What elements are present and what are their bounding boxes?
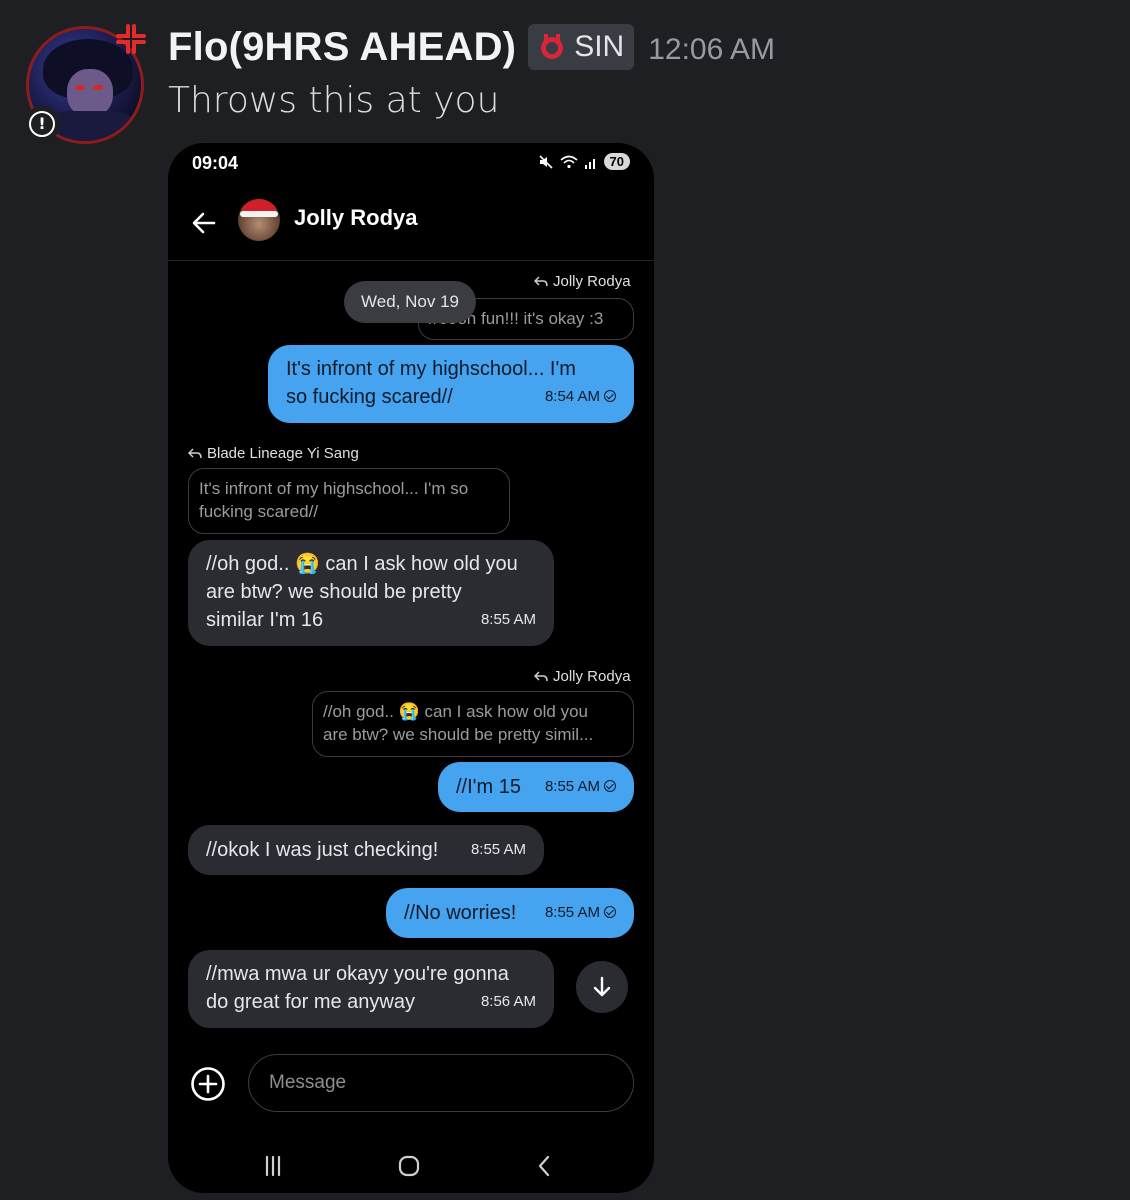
incoming-message[interactable]: //mwa mwa ur okayy you're gonna do great… bbox=[188, 950, 554, 1028]
mute-icon bbox=[538, 154, 553, 169]
read-check-icon bbox=[604, 906, 616, 918]
chevron-left-icon[interactable] bbox=[530, 1151, 560, 1181]
reply-icon bbox=[534, 670, 548, 681]
username[interactable]: Flo(9HRS AHEAD) bbox=[168, 25, 516, 70]
android-nav-bar bbox=[168, 1143, 654, 1187]
reply-to-name: Blade Lineage Yi Sang bbox=[207, 445, 359, 462]
user-avatar[interactable]: ! bbox=[22, 22, 148, 148]
wifi-icon bbox=[560, 155, 578, 168]
message-time: 8:55 AM bbox=[470, 841, 526, 858]
outgoing-message[interactable]: //I'm 15 8:55 AM bbox=[438, 762, 634, 812]
message-text: //oh god.. 😭 can I ask how old you bbox=[206, 553, 518, 575]
contact-name[interactable]: Jolly Rodya bbox=[294, 205, 417, 231]
reply-icon bbox=[188, 447, 202, 458]
message-time: 8:54 AM bbox=[545, 383, 616, 411]
message-text: do great for me anyway bbox=[206, 991, 415, 1013]
signal-icon bbox=[584, 158, 595, 169]
arrow-down-icon bbox=[593, 976, 611, 997]
message-time: 8:56 AM bbox=[480, 993, 536, 1010]
reply-icon bbox=[534, 275, 548, 286]
quoted-text: are btw? we should be pretty simil... bbox=[323, 725, 594, 744]
message-header: Flo(9HRS AHEAD) SIN 12:06 AM bbox=[168, 22, 775, 72]
arrow-left-icon[interactable] bbox=[190, 209, 218, 237]
message-time: 8:55 AM bbox=[545, 773, 616, 801]
outgoing-message[interactable]: //No worries! 8:55 AM bbox=[386, 888, 634, 938]
message-text: are btw? we should be pretty bbox=[206, 581, 462, 603]
message-text: similar I'm 16 bbox=[206, 609, 324, 631]
reply-label: Jolly Rodya bbox=[534, 668, 631, 685]
reply-label: Jolly Rodya bbox=[534, 273, 631, 290]
contact-avatar[interactable] bbox=[238, 199, 280, 241]
quoted-text: fucking scared// bbox=[199, 502, 319, 521]
plus-circle-icon[interactable] bbox=[190, 1066, 226, 1102]
chat-header: Jolly Rodya bbox=[168, 191, 654, 261]
read-check-icon bbox=[604, 390, 616, 402]
status-icons: 70 bbox=[538, 153, 630, 170]
reply-to-name: Jolly Rodya bbox=[553, 668, 631, 685]
sin-emblem-icon bbox=[541, 34, 564, 59]
image-attachment[interactable]: 09:04 70 Jolly Rodya Jolly Rodya //oooh … bbox=[168, 143, 654, 1193]
message-timestamp: 12:06 AM bbox=[648, 33, 775, 66]
read-check-icon bbox=[604, 780, 616, 792]
message-time: 8:55 AM bbox=[480, 611, 536, 628]
message-composer: Message bbox=[168, 1048, 654, 1118]
scroll-down-button[interactable] bbox=[576, 961, 628, 1013]
reply-to-name: Jolly Rodya bbox=[553, 273, 631, 290]
battery-indicator: 70 bbox=[603, 153, 630, 170]
quoted-message[interactable]: It's infront of my highschool... I'm so … bbox=[188, 468, 510, 534]
message-text: //No worries! bbox=[404, 902, 517, 924]
quoted-message[interactable]: //oh god.. 😭 can I ask how old you are b… bbox=[312, 691, 634, 757]
phone-status-bar: 09:04 70 bbox=[168, 143, 654, 185]
incoming-message[interactable]: //oh god.. 😭 can I ask how old you are b… bbox=[188, 540, 554, 646]
message-text: It's infront of my highschool... I'm bbox=[286, 358, 576, 380]
outgoing-message[interactable]: It's infront of my highschool... I'm so … bbox=[268, 345, 634, 423]
home-icon[interactable] bbox=[394, 1151, 424, 1181]
status-time: 09:04 bbox=[192, 153, 239, 173]
message-text: //I'm 15 bbox=[456, 776, 521, 798]
message-time: 8:55 AM bbox=[545, 899, 616, 927]
message-text: Throws this at you bbox=[168, 80, 500, 121]
reply-label: Blade Lineage Yi Sang bbox=[188, 445, 359, 462]
role-tag[interactable]: SIN bbox=[528, 24, 635, 70]
date-separator: Wed, Nov 19 bbox=[344, 281, 476, 323]
quoted-text: It's infront of my highschool... I'm so bbox=[199, 479, 469, 498]
recents-icon[interactable] bbox=[258, 1151, 288, 1181]
message-text: so fucking scared// bbox=[286, 386, 453, 408]
quoted-text: //oh god.. 😭 can I ask how old you bbox=[323, 702, 588, 721]
custom-status-icon: ! bbox=[24, 106, 60, 142]
incoming-message[interactable]: //okok I was just checking! 8:55 AM bbox=[188, 825, 544, 875]
message-input[interactable]: Message bbox=[248, 1054, 634, 1112]
role-tag-label: SIN bbox=[574, 30, 625, 63]
message-text: //okok I was just checking! bbox=[206, 839, 439, 861]
message-text: //mwa mwa ur okayy you're gonna bbox=[206, 963, 509, 985]
anger-icon bbox=[116, 24, 146, 54]
